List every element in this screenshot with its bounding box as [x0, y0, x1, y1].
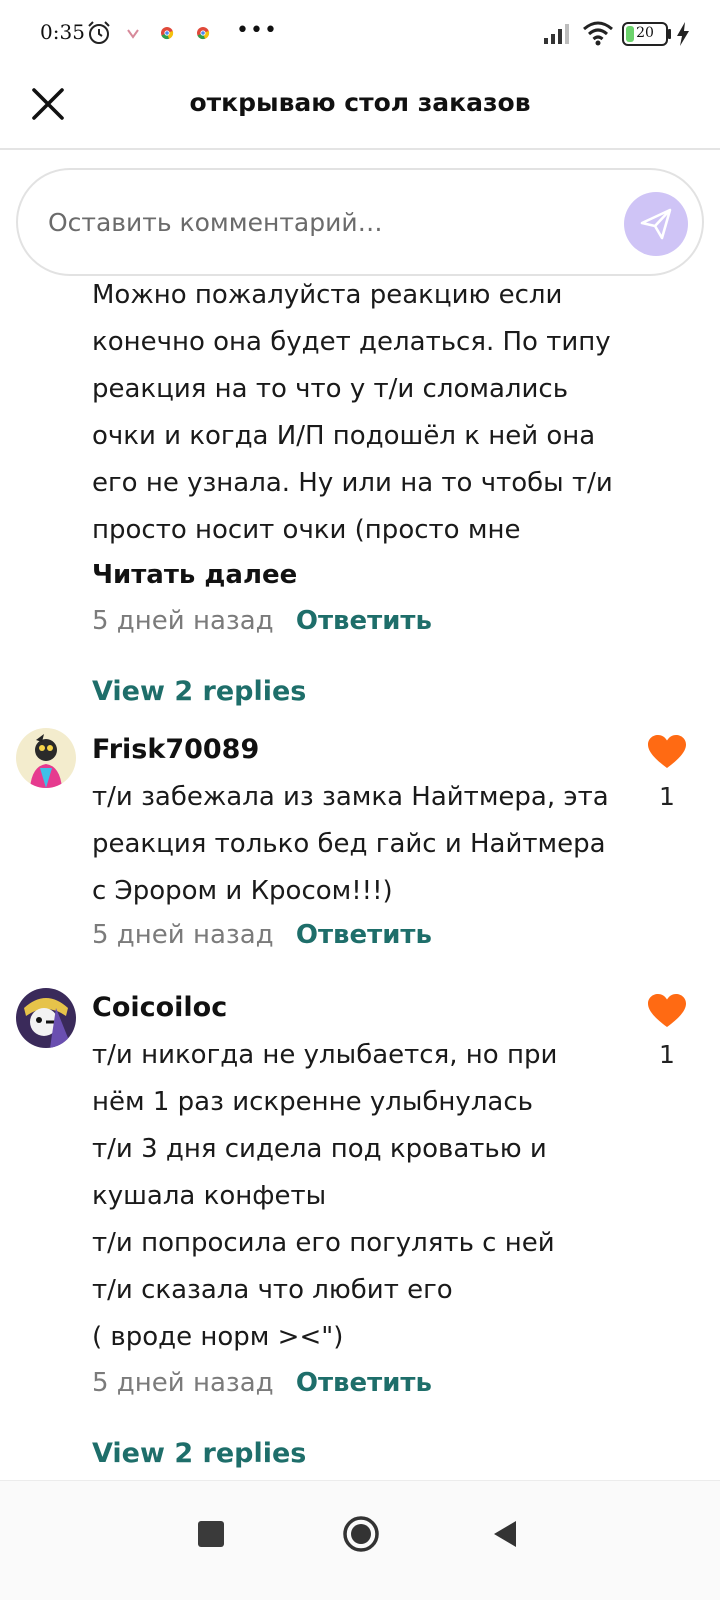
comment-meta: 5 дней назад Ответить — [92, 920, 432, 950]
comment-meta: 5 дней назад Ответить — [92, 1368, 432, 1398]
comment-line: т/и забежала из замка Найтмера, эта — [92, 782, 609, 812]
send-button[interactable] — [624, 192, 688, 256]
username[interactable]: Coicoiloc — [92, 992, 227, 1023]
reply-button[interactable]: Ответить — [296, 606, 432, 636]
wifi-icon — [583, 21, 613, 46]
read-more-link[interactable]: Читать далее — [92, 560, 297, 590]
battery-tip — [668, 29, 671, 39]
comment-line: реакция на то что у т/и сломались — [92, 374, 569, 404]
top-app-bar: открываю стол заказов — [0, 70, 720, 150]
avatar-image — [16, 988, 76, 1048]
comment-line: т/и попросила его погулять с ней — [92, 1228, 555, 1258]
comment-time: 5 дней назад — [92, 1368, 274, 1398]
username[interactable]: Frisk70089 — [92, 734, 259, 765]
comments-list[interactable]: Можно пожалуйста реакцию если конечно он… — [0, 150, 720, 1480]
avatar[interactable] — [16, 728, 76, 788]
view-replies-link[interactable]: View 2 replies — [92, 676, 306, 707]
status-bar: 0:35 ••• 20 — [0, 0, 720, 70]
comment-body: Можно пожалуйста реакцию если конечно он… — [92, 272, 622, 554]
comment-body: т/и никогда не улыбается, но при нём 1 р… — [92, 1032, 622, 1361]
system-nav-bar — [0, 1480, 720, 1600]
comment-input[interactable] — [48, 200, 588, 244]
send-icon — [640, 208, 672, 240]
battery-level: 20 — [636, 25, 654, 41]
comment-line: кушала конфеты — [92, 1181, 327, 1211]
comment-line: нём 1 раз искренне улыбнулась — [92, 1087, 533, 1117]
back-triangle-icon[interactable] — [492, 1519, 518, 1549]
comment-body: т/и забежала из замка Найтмера, эта реак… — [92, 774, 622, 915]
avatar-image — [16, 728, 76, 788]
battery-icon: 20 — [622, 22, 668, 46]
comment-line: Можно пожалуйста реакцию если — [92, 280, 563, 310]
comment-line: его не узнала. Ну или на то чтобы т/и — [92, 468, 613, 498]
comment-line: просто носит очки (просто мне — [92, 515, 521, 545]
reply-button[interactable]: Ответить — [296, 920, 432, 950]
reply-button[interactable]: Ответить — [296, 1368, 432, 1398]
comment-line: т/и никогда не улыбается, но при — [92, 1040, 558, 1070]
comment-line: очки и когда И/П подошёл к ней она — [92, 421, 596, 451]
page-title: открываю стол заказов — [189, 88, 531, 117]
comment-meta: 5 дней назад Ответить — [92, 606, 432, 636]
comment-time: 5 дней назад — [92, 920, 274, 950]
alarm-icon — [88, 21, 110, 44]
charging-icon — [677, 22, 689, 46]
chrome-icon — [197, 27, 210, 40]
view-replies-link[interactable]: View 2 replies — [92, 1438, 306, 1469]
comment-time: 5 дней назад — [92, 606, 274, 636]
comment-line: ( вроде норм ><") — [92, 1322, 344, 1352]
chrome-icon — [161, 27, 174, 40]
home-circle-icon[interactable] — [342, 1515, 380, 1553]
signal-icon — [544, 24, 569, 44]
app-notification-icon — [127, 29, 139, 39]
status-time: 0:35 — [40, 20, 85, 44]
comment-line: с Эрором и Кросом!!!) — [92, 876, 393, 906]
comment-composer — [16, 168, 704, 276]
like-count: 1 — [659, 1040, 675, 1069]
more-dots-icon: ••• — [236, 18, 278, 43]
heart-icon[interactable] — [648, 735, 686, 769]
comment-line: т/и сказала что любит его — [92, 1275, 453, 1305]
comment-line: реакция только бед гайс и Найтмера — [92, 829, 606, 859]
heart-icon[interactable] — [648, 994, 686, 1028]
recents-square-icon[interactable] — [198, 1521, 224, 1547]
avatar[interactable] — [16, 988, 76, 1048]
like-count: 1 — [659, 782, 675, 811]
comment-line: конечно она будет делаться. По типу — [92, 327, 611, 357]
comment-line: т/и 3 дня сидела под кроватью и — [92, 1134, 547, 1164]
